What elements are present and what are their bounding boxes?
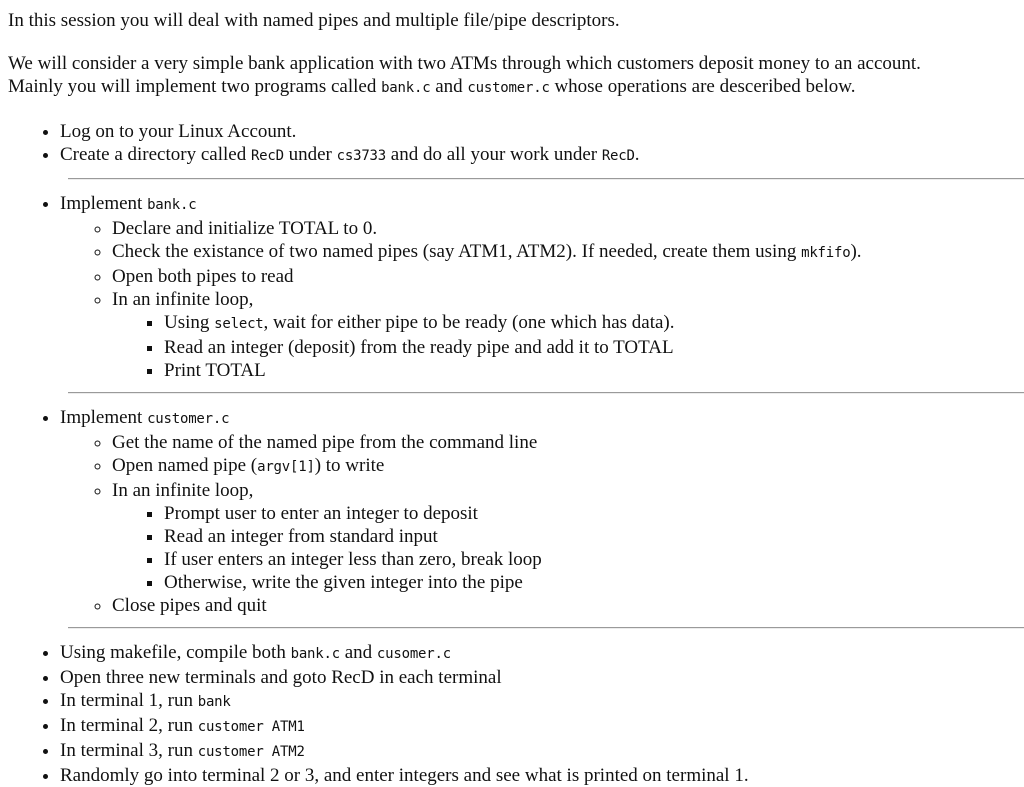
description-text: whose operations are desceribed below. bbox=[549, 76, 856, 97]
list-item: Open three new terminals and goto RecD i… bbox=[60, 666, 1024, 689]
code-cs3733: cs3733 bbox=[336, 148, 387, 164]
list-item: Declare and initialize TOTAL to 0. bbox=[112, 217, 1024, 240]
list-item: Get the name of the named pipe from the … bbox=[112, 431, 1024, 454]
step-text: ) to write bbox=[314, 455, 385, 476]
customer-steps-list: Get the name of the named pipe from the … bbox=[60, 431, 1024, 617]
list-item: Check the existance of two named pipes (… bbox=[112, 240, 1024, 265]
run-text: In terminal 1, run bbox=[60, 690, 198, 711]
setup-text: Create a directory called bbox=[60, 144, 251, 165]
run-text: Using makefile, compile both bbox=[60, 642, 291, 663]
list-item: Print TOTAL bbox=[164, 359, 1024, 382]
step-text: Close pipes and quit bbox=[112, 595, 267, 616]
code-recd: RecD bbox=[601, 148, 635, 164]
setup-login-text: Log on to your Linux Account. bbox=[60, 121, 297, 142]
list-item: In an infinite loop, Using select, wait … bbox=[112, 288, 1024, 382]
intro-paragraph: In this session you will deal with named… bbox=[8, 10, 620, 31]
loop-text: Using bbox=[164, 312, 215, 333]
code-select: select bbox=[214, 316, 264, 332]
list-item: Prompt user to enter an integer to depos… bbox=[164, 502, 1024, 525]
step-text: Open named pipe ( bbox=[112, 455, 258, 476]
setup-text: and do all your work under bbox=[386, 144, 602, 165]
description-text: Mainly you will implement two programs c… bbox=[8, 76, 382, 97]
list-item: In an infinite loop, Prompt user to ente… bbox=[112, 479, 1024, 594]
code-bank-c: bank.c bbox=[147, 197, 197, 213]
code-bank-command: bank bbox=[197, 694, 231, 710]
run-text: and bbox=[339, 642, 377, 663]
step-text: Open both pipes to read bbox=[112, 266, 294, 287]
list-item: In terminal 1, run bank bbox=[60, 689, 1024, 714]
step-text: In an infinite loop, bbox=[112, 289, 254, 310]
bank-section: Implement bank.c Declare and initialize … bbox=[8, 192, 1024, 382]
list-item: Close pipes and quit bbox=[112, 594, 1024, 617]
description-line-1: We will consider a very simple bank appl… bbox=[8, 53, 921, 74]
run-text: In terminal 3, run bbox=[60, 740, 198, 761]
list-item: Otherwise, write the given integer into … bbox=[164, 571, 1024, 594]
list-item: Using select, wait for either pipe to be… bbox=[164, 311, 1024, 336]
description-text: and bbox=[430, 76, 468, 97]
step-text: Declare and initialize TOTAL to 0. bbox=[112, 218, 378, 239]
section-divider bbox=[68, 627, 1024, 629]
run-text: Randomly go into terminal 2 or 3, and en… bbox=[60, 765, 749, 786]
code-recd: RecD bbox=[250, 148, 284, 164]
customer-title-text: Implement bbox=[60, 407, 148, 428]
code-cusomer-c: cusomer.c bbox=[376, 646, 451, 662]
list-item: Open both pipes to read bbox=[112, 265, 1024, 288]
list-item: Implement bank.c Declare and initialize … bbox=[60, 192, 1024, 382]
code-mkfifo: mkfifo bbox=[801, 245, 851, 261]
section-divider bbox=[68, 392, 1024, 394]
customer-section: Implement customer.c Get the name of the… bbox=[8, 406, 1024, 617]
setup-text: . bbox=[634, 144, 640, 165]
list-item: Create a directory called RecD under cs3… bbox=[60, 143, 1024, 168]
list-item: Using makefile, compile both bank.c and … bbox=[60, 641, 1024, 666]
code-argv: argv[1] bbox=[257, 459, 315, 475]
document-page: In this session you will deal with named… bbox=[0, 0, 1024, 787]
list-item: Open named pipe (argv[1]) to write bbox=[112, 454, 1024, 479]
list-item: In terminal 2, run customer ATM1 bbox=[60, 714, 1024, 739]
list-item: Randomly go into terminal 2 or 3, and en… bbox=[60, 764, 1024, 787]
loop-text: Read an integer (deposit) from the ready… bbox=[164, 337, 674, 358]
list-item: If user enters an integer less than zero… bbox=[164, 548, 1024, 571]
code-customer-c: customer.c bbox=[467, 80, 550, 96]
code-bank-c: bank.c bbox=[381, 80, 431, 96]
step-text: ). bbox=[850, 241, 862, 262]
loop-text: Prompt user to enter an integer to depos… bbox=[164, 503, 478, 524]
description-paragraph: We will consider a very simple bank appl… bbox=[8, 52, 1024, 100]
run-text: In terminal 2, run bbox=[60, 715, 198, 736]
loop-text: , wait for either pipe to be ready (one … bbox=[263, 312, 675, 333]
section-divider bbox=[68, 178, 1024, 180]
step-text: Check the existance of two named pipes (… bbox=[112, 241, 802, 262]
setup-text: under bbox=[283, 144, 337, 165]
bank-loop-list: Using select, wait for either pipe to be… bbox=[112, 311, 1024, 382]
loop-text: Print TOTAL bbox=[164, 360, 266, 381]
run-text: Open three new terminals and goto RecD i… bbox=[60, 667, 502, 688]
list-item: Read an integer from standard input bbox=[164, 525, 1024, 548]
list-item: Read an integer (deposit) from the ready… bbox=[164, 336, 1024, 359]
step-text: In an infinite loop, bbox=[112, 480, 254, 501]
setup-list: Log on to your Linux Account. Create a d… bbox=[8, 120, 1024, 168]
code-customer-atm2-command: customer ATM2 bbox=[197, 744, 305, 760]
code-customer-atm1-command: customer ATM1 bbox=[197, 719, 305, 735]
loop-text: If user enters an integer less than zero… bbox=[164, 549, 542, 570]
customer-loop-list: Prompt user to enter an integer to depos… bbox=[112, 502, 1024, 594]
list-item: Implement customer.c Get the name of the… bbox=[60, 406, 1024, 617]
bank-title-text: Implement bbox=[60, 193, 148, 214]
run-instructions-list: Using makefile, compile both bank.c and … bbox=[8, 641, 1024, 787]
code-bank-c: bank.c bbox=[290, 646, 341, 662]
code-customer-c: customer.c bbox=[147, 411, 230, 427]
loop-text: Read an integer from standard input bbox=[164, 526, 438, 547]
loop-text: Otherwise, write the given integer into … bbox=[164, 572, 523, 593]
list-item: Log on to your Linux Account. bbox=[60, 120, 1024, 143]
step-text: Get the name of the named pipe from the … bbox=[112, 432, 538, 453]
list-item: In terminal 3, run customer ATM2 bbox=[60, 739, 1024, 764]
bank-steps-list: Declare and initialize TOTAL to 0. Check… bbox=[60, 217, 1024, 382]
